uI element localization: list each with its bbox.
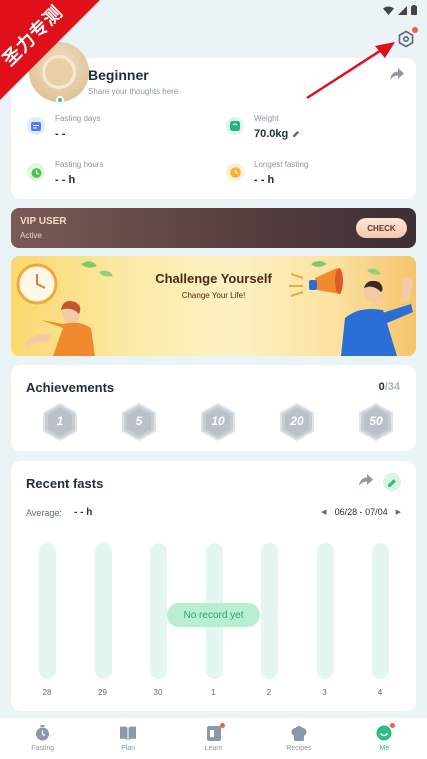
badge-label: 5 <box>135 414 143 428</box>
day-bar[interactable] <box>316 543 334 679</box>
day-label: 3 <box>322 688 327 697</box>
nav-label: Recipes <box>286 745 312 752</box>
status-icons <box>383 5 417 15</box>
stat-fasting-hours: Fasting hours - - h <box>27 160 103 186</box>
recent-fasts-title: Recent fasts <box>26 476 104 491</box>
badge-label: 10 <box>211 414 225 428</box>
vip-status-bar[interactable]: VIP USER Active CHECK <box>11 208 416 248</box>
prev-week-arrow-icon[interactable]: ◀ <box>321 508 326 516</box>
no-record-message: No record yet <box>167 603 260 627</box>
nav-me[interactable]: Me <box>342 718 427 759</box>
gear-icon <box>398 30 414 48</box>
vip-check-button[interactable]: CHECK <box>356 218 407 238</box>
recent-fasts-card: Recent fasts Average: - - h ◀ 06/28 - 07… <box>11 461 416 711</box>
nav-label: Me <box>379 745 390 752</box>
nav-learn[interactable]: Learn <box>171 718 256 759</box>
achievements-title: Achievements <box>26 380 115 395</box>
nav-fasting[interactable]: Fasting <box>0 718 85 759</box>
day-bar[interactable] <box>261 543 278 679</box>
achievement-badge-5[interactable]: 5 <box>121 402 157 442</box>
signal-icon <box>398 5 407 15</box>
day-bar[interactable] <box>150 543 167 679</box>
badge-label: 1 <box>56 414 64 428</box>
chef-hat-icon <box>291 725 307 741</box>
vip-title: VIP USER <box>20 216 67 227</box>
date-range-label: 06/28 - 07/04 <box>334 507 388 517</box>
stat-label: Fasting hours <box>55 160 104 169</box>
nav-label: Fasting <box>31 745 55 752</box>
book-icon <box>120 725 137 741</box>
stat-value: - - h <box>254 174 275 186</box>
achievement-badges: 1 5 10 20 50 <box>42 402 394 442</box>
achievement-badge-1[interactable]: 1 <box>42 402 78 442</box>
stat-fasting-days: Fasting days - - <box>27 114 100 140</box>
notification-dot <box>412 27 418 33</box>
achievement-badge-20[interactable]: 20 <box>279 402 315 442</box>
weight-value: 70.0kg <box>254 128 289 140</box>
stopwatch-icon <box>35 725 51 741</box>
banner-subtitle: Change Your Life! <box>181 291 246 300</box>
day-bar[interactable] <box>372 543 389 679</box>
share-fasts-button[interactable] <box>359 473 373 491</box>
day-label: 2 <box>266 688 272 697</box>
pencil-icon <box>387 478 396 487</box>
challenge-banner[interactable]: Challenge Yourself Change Your Life! <box>11 256 416 356</box>
stat-label: Fasting days <box>55 114 101 123</box>
notification-dot <box>219 723 225 728</box>
date-range-selector: ◀ 06/28 - 07/04 ▶ <box>321 507 401 517</box>
nav-label: Learn <box>204 745 223 752</box>
stat-value: - - h <box>55 174 76 186</box>
recent-fasts-actions <box>359 473 401 491</box>
timer-icon <box>27 163 45 181</box>
day-label: 4 <box>377 688 383 697</box>
day-label: 29 <box>98 688 107 697</box>
banner-title: Challenge Yourself <box>155 271 272 286</box>
nav-label: Plan <box>121 745 136 752</box>
stat-value: 70.0kg <box>254 128 300 140</box>
bottom-nav: Fasting Plan Learn Recipes Me <box>0 718 427 759</box>
battery-icon <box>411 5 417 15</box>
average-label: Average: <box>26 508 62 518</box>
profile-subtitle[interactable]: Share your thoughts here <box>88 87 178 96</box>
day-bar[interactable] <box>39 543 56 679</box>
stat-label: Longest fasting <box>254 160 309 169</box>
smile-face-icon <box>376 723 396 741</box>
achievements-card[interactable]: Achievements 0/34 1 5 10 20 50 <box>11 365 416 451</box>
edit-pencil-icon[interactable] <box>293 130 300 137</box>
day-label: 28 <box>42 688 52 697</box>
edit-fasts-button[interactable] <box>383 473 401 491</box>
day-label: 30 <box>153 688 163 697</box>
day-labels: 28 29 30 1 2 3 4 <box>39 688 387 700</box>
achievements-total: /34 <box>384 381 400 393</box>
stat-label: Weight <box>254 114 279 123</box>
settings-button[interactable] <box>397 27 418 48</box>
day-label: 1 <box>211 688 216 697</box>
share-icon <box>359 474 373 486</box>
notification-dot <box>390 723 396 728</box>
scale-icon <box>226 117 244 135</box>
next-week-arrow-icon[interactable]: ▶ <box>396 508 401 516</box>
achievement-badge-50[interactable]: 50 <box>358 402 394 442</box>
clock-icon <box>226 163 244 181</box>
stat-longest-fasting: Longest fasting - - h <box>226 160 308 186</box>
badge-label: 20 <box>290 414 304 428</box>
annotation-arrow <box>306 42 395 100</box>
calendar-icon <box>27 117 45 135</box>
day-bar[interactable] <box>94 543 112 679</box>
achievements-count: 0/34 <box>379 381 400 393</box>
stat-weight[interactable]: Weight 70.0kg <box>226 114 300 140</box>
nav-recipes[interactable]: Recipes <box>256 718 341 759</box>
wifi-icon <box>383 6 394 15</box>
nav-plan[interactable]: Plan <box>85 718 170 759</box>
learn-icon <box>206 723 225 741</box>
badge-label: 50 <box>369 414 383 428</box>
achievement-badge-10[interactable]: 10 <box>200 402 236 442</box>
vip-status: Active <box>20 231 42 240</box>
average-value: - - h <box>74 507 93 518</box>
stat-value: - - <box>55 128 66 140</box>
